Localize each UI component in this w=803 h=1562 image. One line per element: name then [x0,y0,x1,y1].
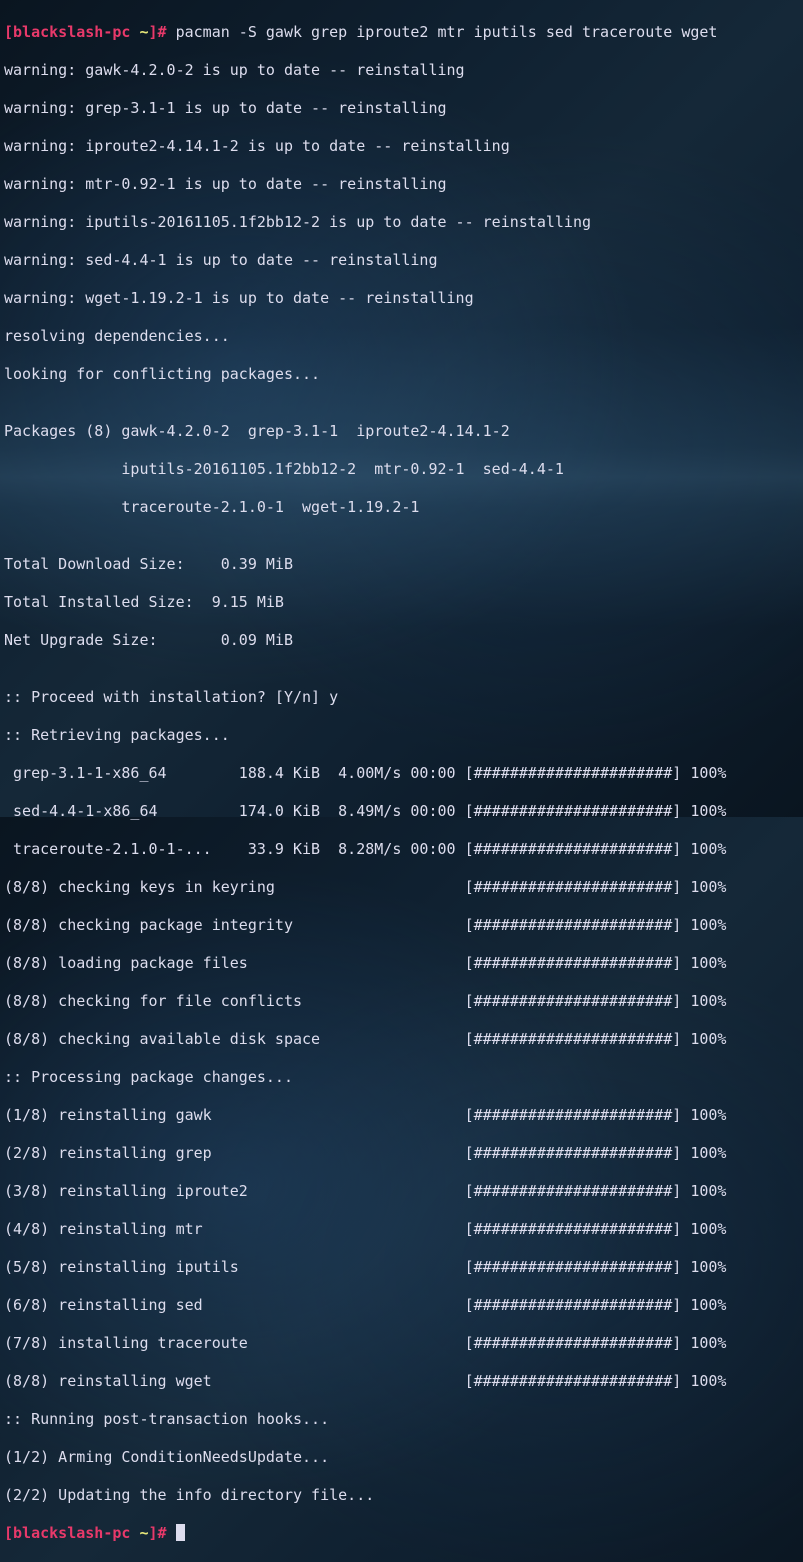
install-line: (6/8) reinstalling sed [################… [4,1296,799,1315]
packages-line: traceroute-2.1.0-1 wget-1.19.2-1 [4,498,799,517]
warning-line: warning: mtr-0.92-1 is up to date -- rei… [4,175,799,194]
check-line: (8/8) checking keys in keyring [########… [4,878,799,897]
packages-line: Packages (8) gawk-4.2.0-2 grep-3.1-1 ipr… [4,422,799,441]
size-line: Total Installed Size: 9.15 MiB [4,593,799,612]
retrieving-line: :: Retrieving packages... [4,726,799,745]
command-text: pacman -S gawk grep iproute2 mtr iputils… [176,23,718,41]
prompt-hash: # [158,23,176,41]
prompt-user-host: blackslash-pc [13,23,130,41]
download-line: grep-3.1-1-x86_64 188.4 KiB 4.00M/s 00:0… [4,764,799,783]
prompt-bracket-open: [ [4,1524,13,1542]
install-line: (7/8) installing traceroute [###########… [4,1334,799,1353]
warning-line: warning: gawk-4.2.0-2 is up to date -- r… [4,61,799,80]
install-line: (2/8) reinstalling grep [###############… [4,1144,799,1163]
cursor-icon [176,1524,185,1541]
resolving-line: resolving dependencies... [4,327,799,346]
packages-line: iputils-20161105.1f2bb12-2 mtr-0.92-1 se… [4,460,799,479]
prompt-line-2[interactable]: [blackslash-pc ~]# [4,1524,799,1543]
warning-line: warning: wget-1.19.2-1 is up to date -- … [4,289,799,308]
warning-line: warning: grep-3.1-1 is up to date -- rei… [4,99,799,118]
download-line: sed-4.4-1-x86_64 174.0 KiB 8.49M/s 00:00… [4,802,799,821]
prompt-bracket-close: ] [149,23,158,41]
check-line: (8/8) checking available disk space [###… [4,1030,799,1049]
prompt-bracket-close: ] [149,1524,158,1542]
check-line: (8/8) checking package integrity [######… [4,916,799,935]
install-line: (1/8) reinstalling gawk [###############… [4,1106,799,1125]
size-line: Total Download Size: 0.39 MiB [4,555,799,574]
terminal-output: [blackslash-pc ~]# pacman -S gawk grep i… [4,4,799,1562]
hook-line: (2/2) Updating the info directory file..… [4,1486,799,1505]
check-line: (8/8) loading package files [###########… [4,954,799,973]
prompt-bracket-open: [ [4,23,13,41]
conflict-line: looking for conflicting packages... [4,365,799,384]
install-line: (5/8) reinstalling iputils [############… [4,1258,799,1277]
prompt-user-host: blackslash-pc [13,1524,130,1542]
check-line: (8/8) checking for file conflicts [#####… [4,992,799,1011]
warning-line: warning: iputils-20161105.1f2bb12-2 is u… [4,213,799,232]
install-line: (4/8) reinstalling mtr [################… [4,1220,799,1239]
hooks-header-line: :: Running post-transaction hooks... [4,1410,799,1429]
prompt-hash: # [158,1524,176,1542]
install-line: (3/8) reinstalling iproute2 [###########… [4,1182,799,1201]
proceed-prompt[interactable]: :: Proceed with installation? [Y/n] y [4,688,799,707]
warning-line: warning: sed-4.4-1 is up to date -- rein… [4,251,799,270]
processing-line: :: Processing package changes... [4,1068,799,1087]
prompt-path: ~ [130,1524,148,1542]
size-line: Net Upgrade Size: 0.09 MiB [4,631,799,650]
hook-line: (1/2) Arming ConditionNeedsUpdate... [4,1448,799,1467]
install-line: (8/8) reinstalling wget [###############… [4,1372,799,1391]
download-line: traceroute-2.1.0-1-... 33.9 KiB 8.28M/s … [4,840,799,859]
prompt-line-1[interactable]: [blackslash-pc ~]# pacman -S gawk grep i… [4,23,799,42]
warning-line: warning: iproute2-4.14.1-2 is up to date… [4,137,799,156]
prompt-path: ~ [130,23,148,41]
